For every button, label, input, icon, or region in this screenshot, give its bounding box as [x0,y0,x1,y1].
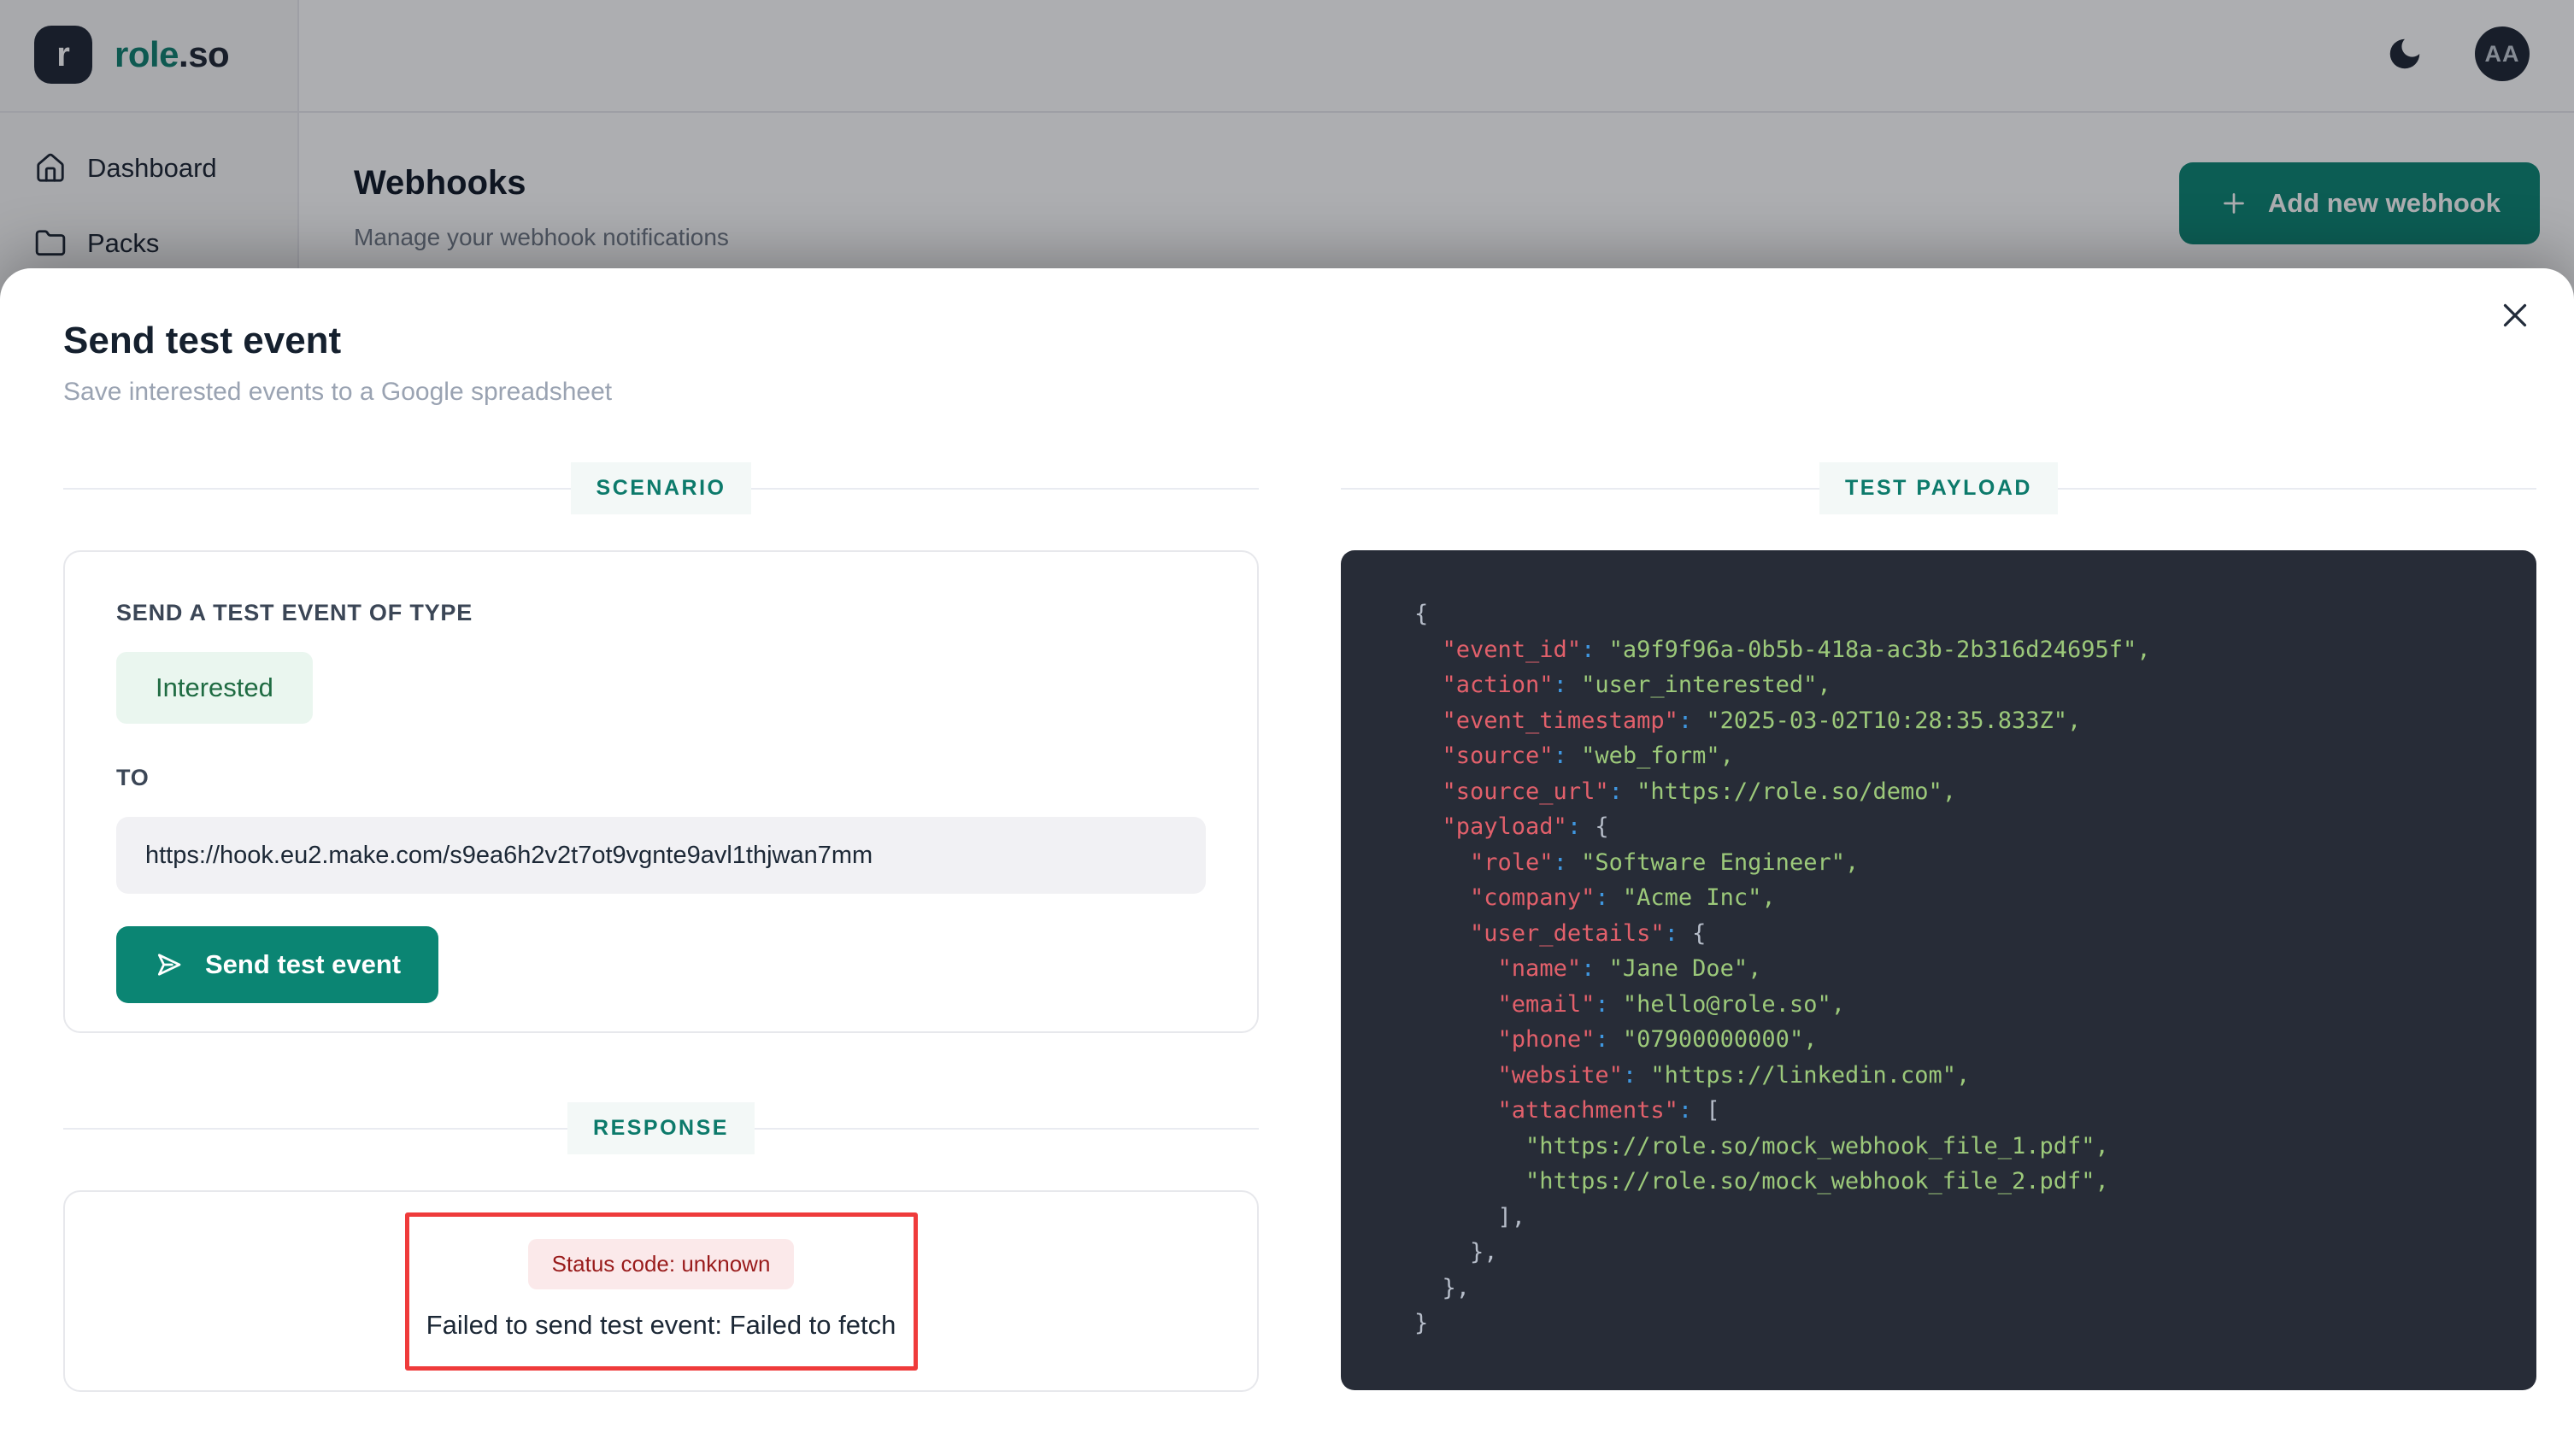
scenario-section-header: SCENARIO [63,460,1259,516]
event-type-chip[interactable]: Interested [116,652,313,724]
modal-title: Send test event [63,320,342,361]
payload-column: TEST PAYLOAD { "event_id": "a9f9f96a-0b5… [1341,460,2536,1392]
webhook-url-input[interactable] [116,817,1206,894]
payload-code: { "event_id": "a9f9f96a-0b5b-418a-ac3b-2… [1341,550,2536,1390]
scenario-section-label: SCENARIO [570,461,752,514]
send-test-event-button[interactable]: Send test event [116,926,439,1003]
status-badge: Status code: unknown [527,1238,795,1289]
error-message: Failed to send test event: Failed to fet… [426,1309,896,1340]
scenario-column: SCENARIO SEND A TEST EVENT OF TYPE Inter… [63,460,1259,1392]
send-icon [154,949,185,980]
response-section-label: RESPONSE [567,1101,755,1154]
close-button[interactable] [2494,294,2536,337]
payload-section-header: TEST PAYLOAD [1341,460,2536,516]
modal-subtitle: Save interested events to a Google sprea… [63,378,613,406]
send-test-event-modal: Send test event Save interested events t… [0,268,2574,1456]
close-icon [2495,296,2535,335]
payload-section-label: TEST PAYLOAD [1819,461,2058,514]
send-test-event-label: Send test event [205,949,402,979]
modal-columns: SCENARIO SEND A TEST EVENT OF TYPE Inter… [63,460,2536,1392]
event-type-label: SEND A TEST EVENT OF TYPE [116,600,473,625]
error-box: Status code: unknown Failed to send test… [404,1212,918,1371]
to-label: TO [116,765,150,790]
response-card: Status code: unknown Failed to send test… [63,1190,1259,1392]
scenario-card: SEND A TEST EVENT OF TYPE Interested TO … [63,550,1259,1033]
response-section-header: RESPONSE [63,1100,1259,1156]
